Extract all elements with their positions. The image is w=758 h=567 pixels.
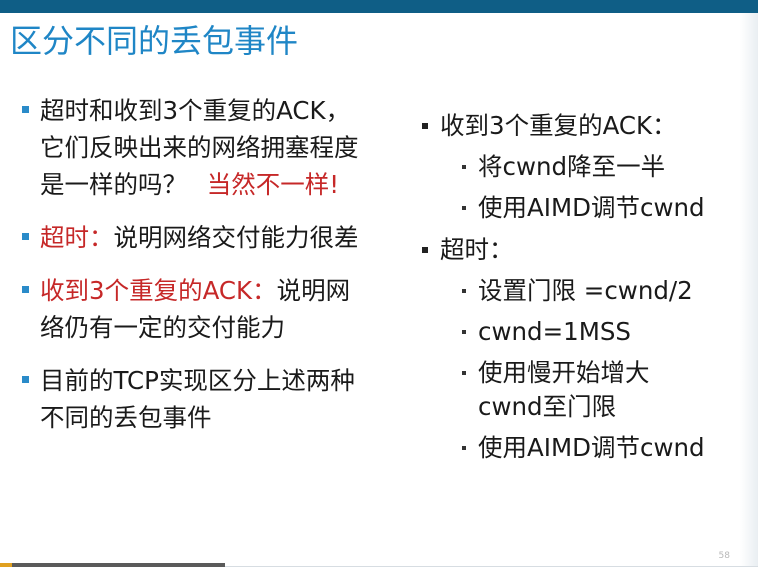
list-item: 使用AIMD调节cwnd <box>420 191 750 225</box>
square-bullet-icon <box>22 376 29 383</box>
dot-bullet-icon <box>462 206 466 210</box>
page-number: 58 <box>718 551 730 561</box>
dup-ack-heading: 收到3个重复的ACK： <box>40 276 277 305</box>
square-bullet-icon <box>22 233 29 240</box>
timeout-text: 说明网络交付能力很差 <box>113 223 359 252</box>
footer-accent <box>0 563 12 567</box>
dot-bullet-icon <box>462 289 466 293</box>
tcp-impl-line-2: 不同的丢包事件 <box>40 403 212 432</box>
question-line-1: 超时和收到3个重复的ACK， <box>40 96 351 125</box>
question-line-2: 它们反映出来的网络拥塞程度 <box>40 133 359 162</box>
dot-bullet-icon <box>462 165 466 169</box>
footer-strip <box>0 563 225 567</box>
action-aimd-timeout: 使用AIMD调节cwnd <box>478 433 705 462</box>
top-bar <box>0 0 758 13</box>
dot-bullet-icon <box>462 371 466 375</box>
dup-ack-text-2: 络仍有一定的交付能力 <box>40 313 285 342</box>
square-bullet-icon <box>422 247 428 253</box>
square-bullet-icon <box>22 286 29 293</box>
list-item: 将cwnd降至一半 <box>420 150 750 184</box>
square-bullet-icon <box>422 123 428 129</box>
group-dup-ack-heading: 收到3个重复的ACK： <box>420 108 750 144</box>
action-halve-cwnd: 将cwnd降至一半 <box>478 152 666 181</box>
dup-ack-text-1: 说明网 <box>276 276 351 305</box>
bullet-dup-ack: 收到3个重复的ACK：说明网 络仍有一定的交付能力 <box>22 272 407 346</box>
dot-bullet-icon <box>462 330 466 334</box>
action-reset-cwnd: cwnd=1MSS <box>478 317 631 346</box>
list-item: 设置门限 =cwnd/2 <box>420 274 750 308</box>
list-item: 使用AIMD调节cwnd <box>420 431 750 465</box>
tcp-impl-line-1: 目前的TCP实现区分上述两种 <box>40 366 355 395</box>
question-line-3: 是一样的吗？ <box>40 170 187 199</box>
action-set-threshold: 设置门限 =cwnd/2 <box>478 276 693 305</box>
right-column: 收到3个重复的ACK： 将cwnd降至一半 使用AIMD调节cwnd 超时： 设… <box>420 108 750 472</box>
left-column: 超时和收到3个重复的ACK， 它们反映出来的网络拥塞程度 是一样的吗？ 当然不一… <box>22 92 407 452</box>
slide-title: 区分不同的丢包事件 <box>10 22 299 60</box>
timeout-heading: 超时： <box>40 223 114 252</box>
action-aimd: 使用AIMD调节cwnd <box>478 193 705 222</box>
list-item: 使用慢开始增大 cwnd至门限 <box>420 356 750 424</box>
bullet-timeout: 超时：说明网络交付能力很差 <box>22 219 407 256</box>
bullet-tcp-impl: 目前的TCP实现区分上述两种 不同的丢包事件 <box>22 362 407 436</box>
action-slow-start-2: cwnd至门限 <box>478 392 617 421</box>
action-slow-start-1: 使用慢开始增大 <box>478 358 650 387</box>
timeout-actions: 设置门限 =cwnd/2 cwnd=1MSS 使用慢开始增大 cwnd至门限 使用… <box>420 274 750 465</box>
group-timeout-heading: 超时： <box>420 232 750 268</box>
group-dup-ack-label: 收到3个重复的ACK： <box>440 111 677 140</box>
square-bullet-icon <box>22 106 29 113</box>
bullet-congestion-question: 超时和收到3个重复的ACK， 它们反映出来的网络拥塞程度 是一样的吗？ 当然不一… <box>22 92 407 203</box>
group-timeout-label: 超时： <box>440 235 514 264</box>
list-item: cwnd=1MSS <box>420 315 750 349</box>
answer-highlight: 当然不一样! <box>206 170 340 199</box>
dot-bullet-icon <box>462 446 466 450</box>
dup-ack-actions: 将cwnd降至一半 使用AIMD调节cwnd <box>420 150 750 225</box>
